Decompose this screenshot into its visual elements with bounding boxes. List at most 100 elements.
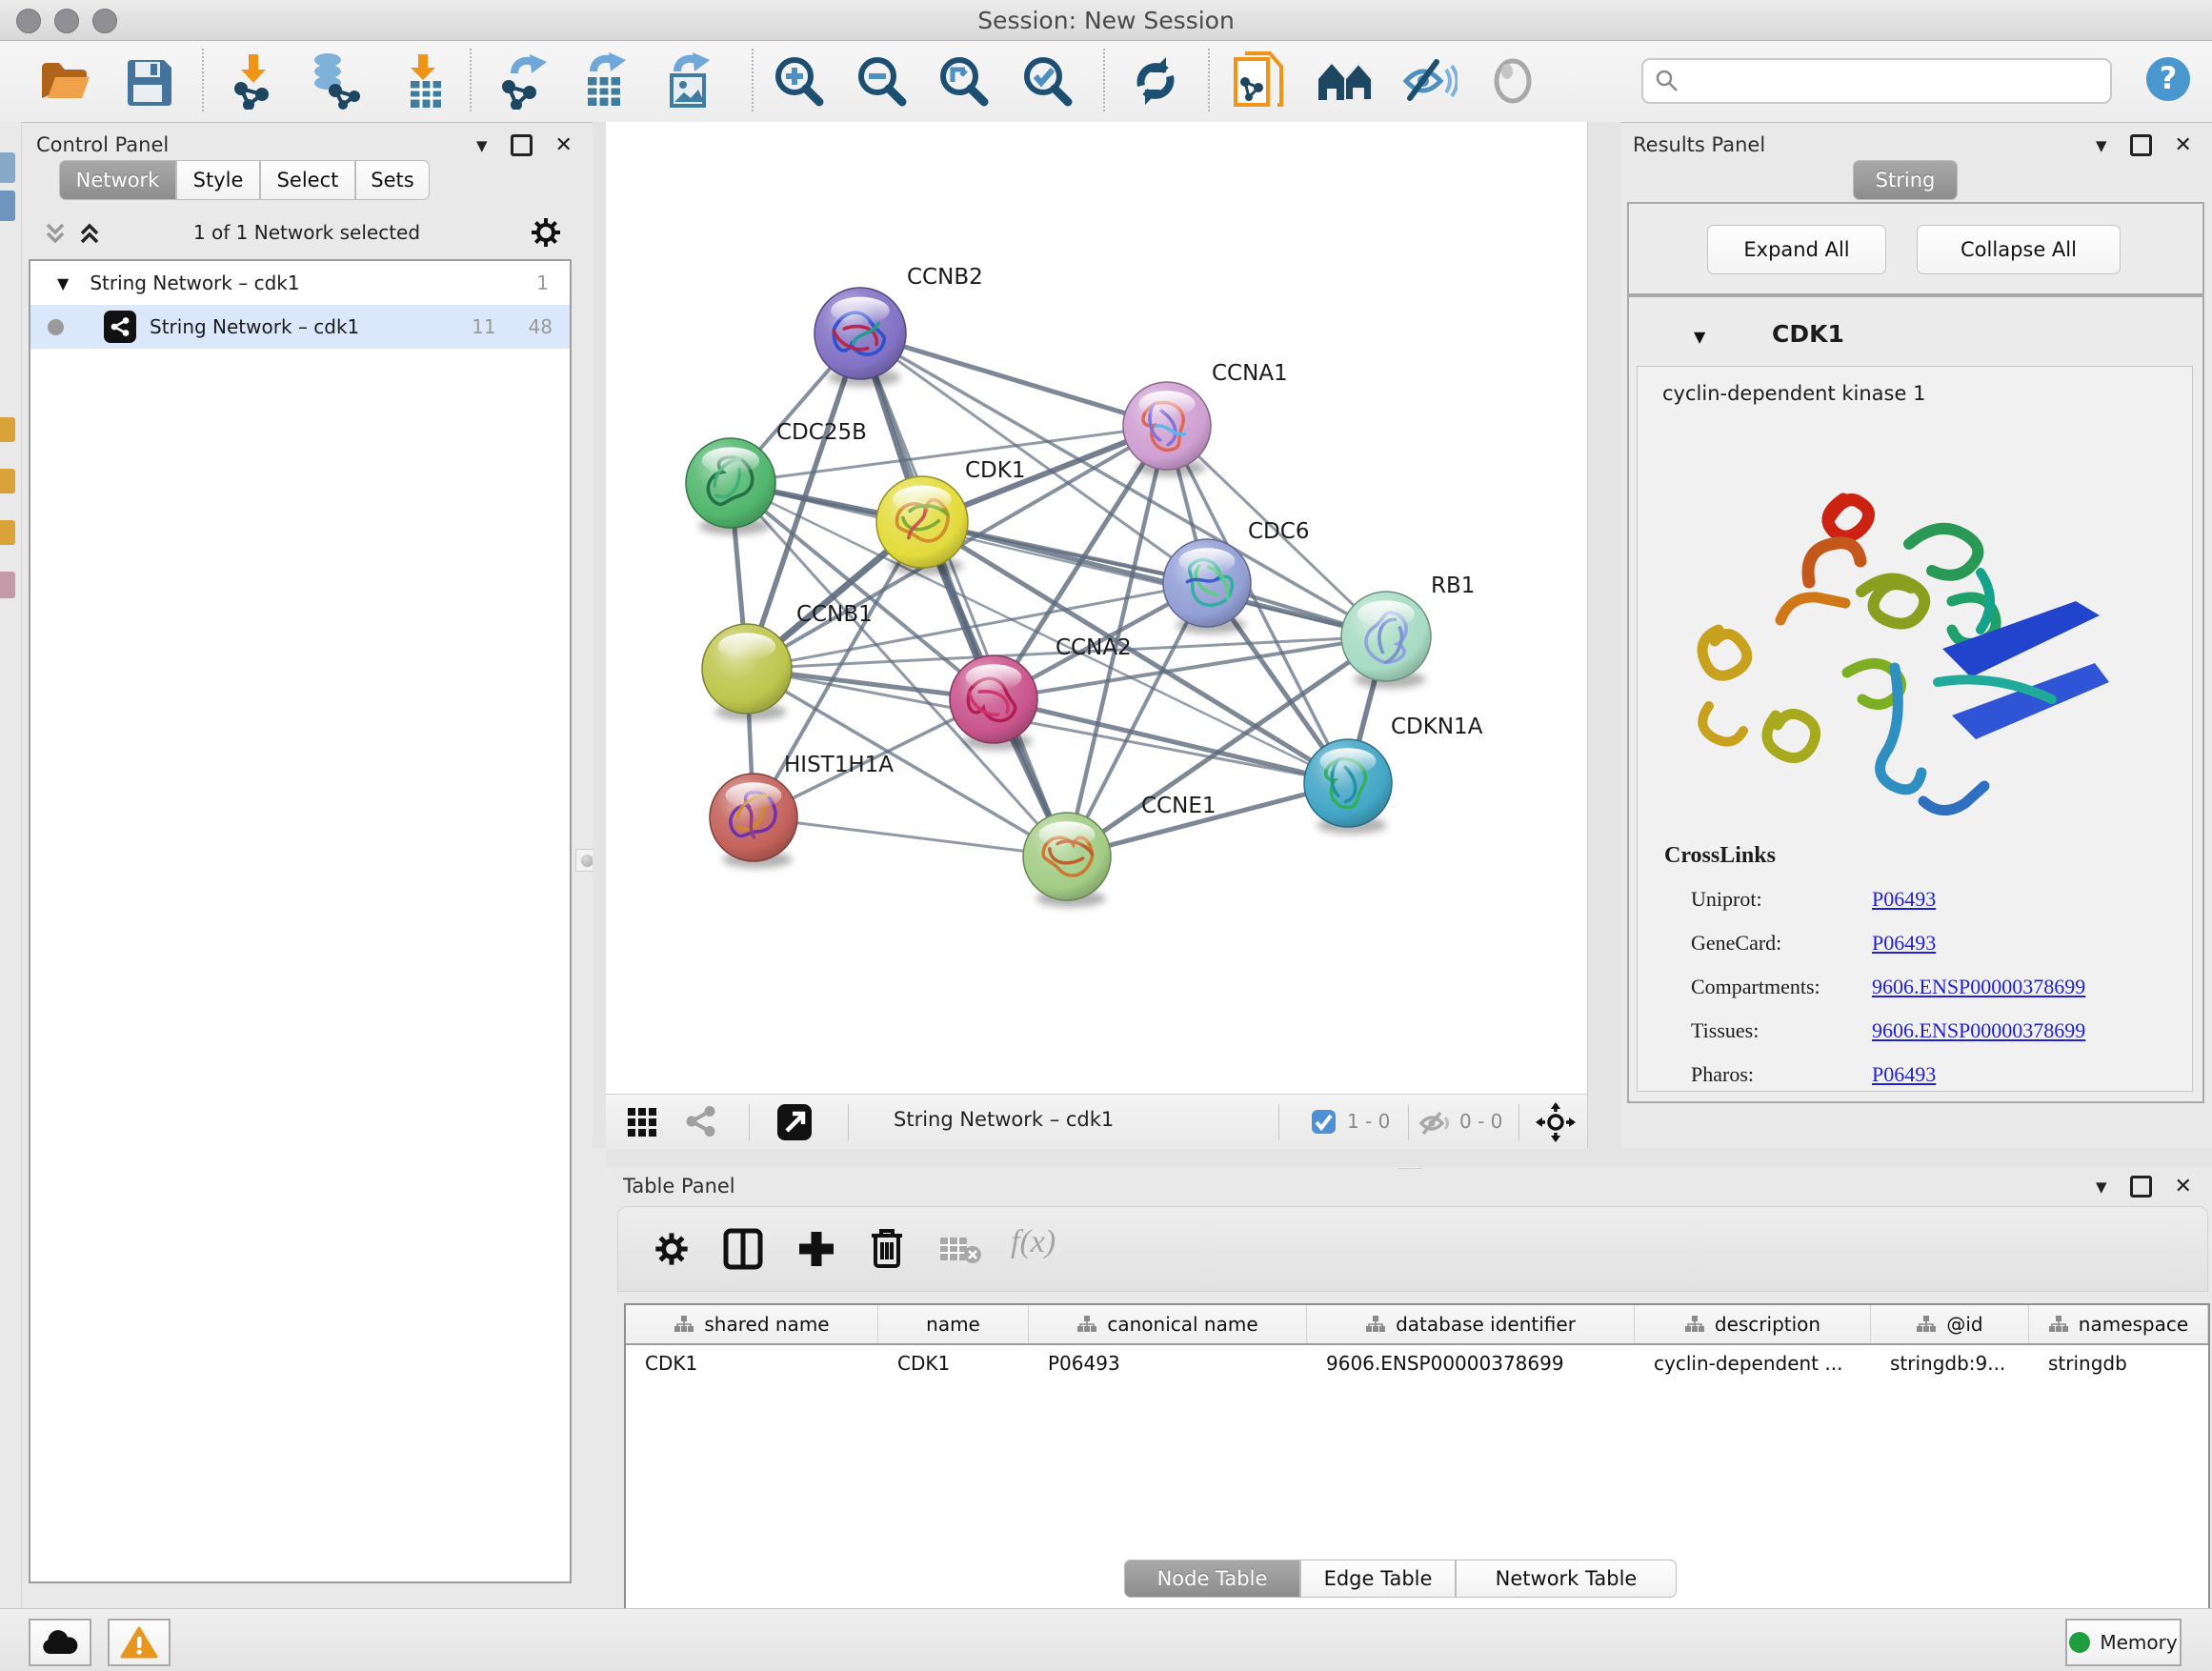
crosslink-uniprot[interactable]: P06493	[1872, 877, 2085, 921]
left-splitter[interactable]	[593, 122, 607, 1148]
section-expand-icon[interactable]	[1694, 328, 1705, 346]
node-ccna2[interactable]	[950, 655, 1037, 750]
network-collection-row[interactable]: String Network – cdk1 1	[30, 261, 570, 305]
node-label-ccna1: CCNA1	[1212, 361, 1288, 386]
column-header-6[interactable]: namespace	[2029, 1305, 2208, 1343]
tab-network[interactable]: Network	[59, 160, 176, 200]
right-splitter[interactable]	[1587, 122, 1620, 1148]
warning-icon	[120, 1626, 158, 1659]
cloud-status-button[interactable]	[29, 1619, 91, 1666]
network-canvas[interactable]: CCNB2CCNA1CDC25BCDK1CDC6RB1CCNB1CCNA2CDK…	[606, 122, 1587, 1094]
tab-network-table[interactable]: Network Table	[1456, 1560, 1677, 1598]
node-cdc25b[interactable]	[686, 438, 775, 535]
collapse-panel-icon[interactable]	[2096, 1178, 2107, 1196]
birds-eye-view-icon[interactable]	[1536, 1102, 1576, 1146]
table-row[interactable]: CDK1CDK1P064939606.ENSP00000378699cyclin…	[626, 1345, 2208, 1381]
zoom-in-icon[interactable]	[768, 50, 829, 111]
import-table-icon[interactable]	[394, 50, 455, 111]
table-gear-icon[interactable]	[653, 1230, 691, 1272]
close-panel-icon[interactable]	[555, 133, 573, 157]
shared-column-icon	[674, 1315, 694, 1334]
edge-hist1h1a-ccne1[interactable]	[754, 817, 1067, 856]
show-columns-icon[interactable]	[723, 1228, 763, 1274]
import-network-from-database-icon[interactable]	[305, 50, 366, 111]
network-view-share-icon[interactable]	[684, 1105, 716, 1141]
hide-selected-icon[interactable]	[1398, 50, 1459, 111]
column-header-3[interactable]: database identifier	[1307, 1305, 1635, 1343]
tab-style[interactable]: Style	[176, 160, 260, 200]
float-panel-icon[interactable]	[2130, 1176, 2152, 1198]
search-field[interactable]	[1679, 70, 2110, 93]
export-table-icon[interactable]	[574, 50, 635, 111]
float-panel-icon[interactable]	[2130, 134, 2152, 156]
grid-view-icon[interactable]	[627, 1107, 657, 1141]
export-network-icon[interactable]	[494, 50, 555, 111]
node-cdkn1a[interactable]	[1304, 739, 1392, 834]
crosslink-compartments[interactable]: 9606.ENSP00000378699	[1872, 965, 2085, 1009]
table-cell[interactable]: cyclin-dependent ...	[1635, 1345, 1871, 1381]
tab-edge-table[interactable]: Edge Table	[1300, 1560, 1456, 1598]
table-cell[interactable]: CDK1	[626, 1345, 878, 1381]
selected-checkbox-icon[interactable]	[1311, 1109, 1337, 1138]
close-panel-icon[interactable]	[2175, 1175, 2192, 1198]
crosslink-label: Tissues:	[1691, 1009, 1820, 1053]
export-image-icon[interactable]	[658, 50, 719, 111]
crosslink-genecard[interactable]: P06493	[1872, 921, 2085, 965]
network-options-gear-icon[interactable]	[529, 215, 563, 253]
crosslink-pharos[interactable]: P06493	[1872, 1053, 2085, 1097]
delete-column-icon[interactable]	[868, 1226, 906, 1274]
column-header-4[interactable]: description	[1635, 1305, 1871, 1343]
table-cell[interactable]: stringdb:9...	[1871, 1345, 2029, 1381]
close-panel-icon[interactable]	[2175, 133, 2192, 157]
add-column-icon[interactable]	[795, 1228, 837, 1274]
show-all-icon[interactable]	[1482, 50, 1543, 111]
column-header-0[interactable]: shared name	[626, 1305, 878, 1343]
search-input[interactable]	[1641, 58, 2112, 104]
expand-all-button[interactable]: Expand All	[1707, 225, 1886, 274]
warning-status-button[interactable]	[108, 1619, 171, 1666]
collapse-all-button[interactable]: Collapse All	[1917, 225, 2121, 274]
zoom-fit-icon[interactable]	[933, 50, 994, 111]
main-toolbar: ?	[0, 41, 2212, 123]
collection-expand-icon[interactable]	[57, 274, 69, 292]
tab-string[interactable]: String	[1853, 160, 1958, 200]
column-header-2[interactable]: canonical name	[1029, 1305, 1307, 1343]
edge-ccna2-cdkn1a[interactable]	[994, 699, 1348, 783]
first-neighbors-icon[interactable]	[1316, 50, 1377, 111]
tab-node-table[interactable]: Node Table	[1124, 1560, 1300, 1598]
zoom-out-icon[interactable]	[851, 50, 912, 111]
memory-button[interactable]: Memory	[2065, 1619, 2182, 1666]
table-cell[interactable]: stringdb	[2029, 1345, 2208, 1381]
network-graph[interactable]: CCNB2CCNA1CDC25BCDK1CDC6RB1CCNB1CCNA2CDK…	[606, 122, 1587, 1094]
column-header-5[interactable]: @id	[1871, 1305, 2029, 1343]
crosslink-label: Uniprot:	[1691, 877, 1820, 921]
node-cdc6[interactable]	[1163, 539, 1251, 634]
save-session-icon[interactable]	[117, 50, 178, 111]
float-panel-icon[interactable]	[511, 134, 533, 156]
node-ccne1[interactable]	[1023, 813, 1111, 907]
detach-view-icon[interactable]	[775, 1102, 814, 1146]
import-network-icon[interactable]	[225, 50, 286, 111]
crosslink-tissues[interactable]: 9606.ENSP00000378699	[1872, 1009, 2085, 1053]
table-cell[interactable]: 9606.ENSP00000378699	[1307, 1345, 1635, 1381]
node-ccnb1[interactable]	[702, 624, 792, 721]
node-ccna1[interactable]	[1123, 382, 1211, 476]
table-cell[interactable]: P06493	[1029, 1345, 1307, 1381]
edge-cdk1-rb1[interactable]	[922, 522, 1386, 636]
help-icon[interactable]: ?	[2138, 49, 2199, 110]
open-folder-icon[interactable]	[34, 50, 95, 111]
refresh-icon[interactable]	[1125, 50, 1186, 111]
network-row[interactable]: String Network – cdk1 11 48	[30, 305, 570, 349]
tab-select[interactable]: Select	[260, 160, 355, 200]
collapse-panel-icon[interactable]	[2096, 136, 2107, 154]
node-rb1[interactable]	[1341, 592, 1431, 689]
zoom-selected-icon[interactable]	[1016, 50, 1077, 111]
network-from-document-icon[interactable]	[1229, 50, 1290, 111]
node-hist1h1a[interactable]	[710, 774, 797, 868]
tab-sets[interactable]: Sets	[355, 160, 430, 200]
edge-ccnb2-ccna1[interactable]	[860, 333, 1167, 426]
collapse-panel-icon[interactable]	[476, 136, 488, 154]
bottom-splitter[interactable]	[606, 1148, 2212, 1167]
table-cell[interactable]: CDK1	[878, 1345, 1029, 1381]
column-header-1[interactable]: name	[878, 1305, 1029, 1343]
